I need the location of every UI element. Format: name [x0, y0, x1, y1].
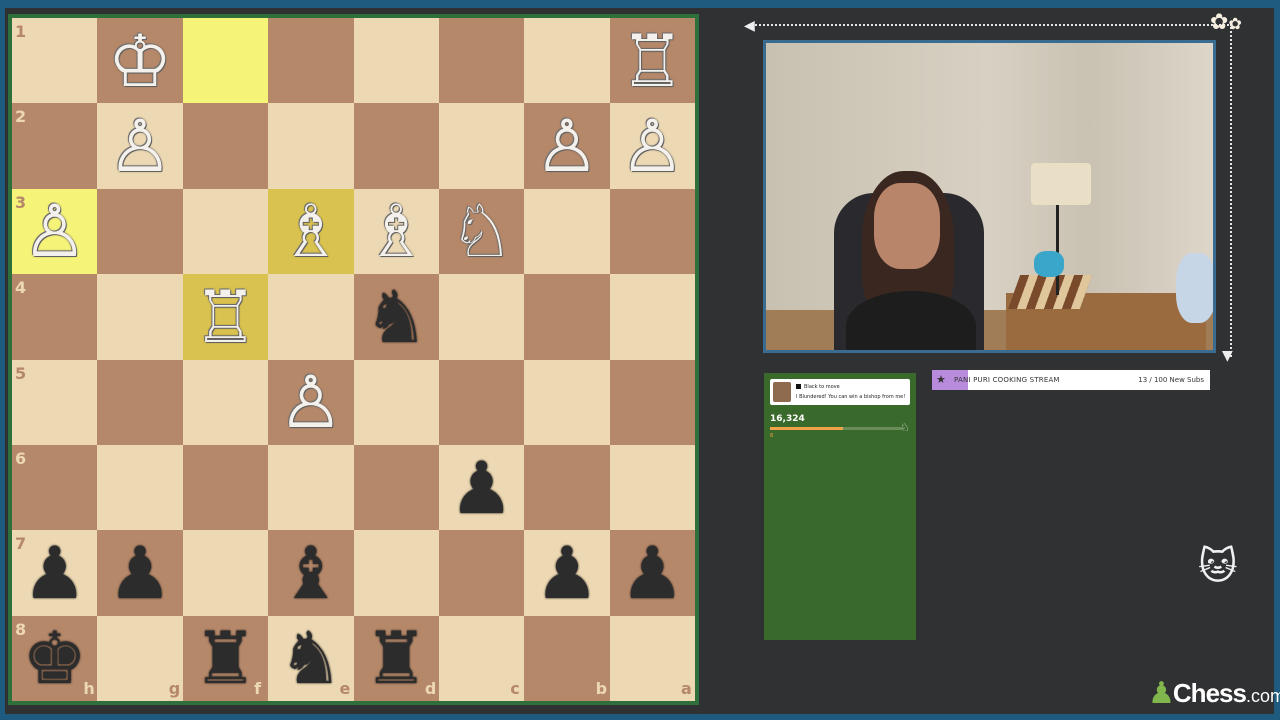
- black-king[interactable]: ♚: [15, 618, 95, 698]
- board-square[interactable]: [182, 359, 269, 445]
- chess-board-frame: 1 2 3 4 5 6 7 8 h g f e d c b a ♔ ♖ ♙ ♙ ♙ ♙ ♗ ♗ ♘ ♖ ♞ ♙ ♟ ♟ ♟ ♝ ♟ ♟ ♚ ♜ ♞ ♜: [8, 14, 699, 705]
- board-square[interactable]: [524, 359, 610, 445]
- board-square[interactable]: [524, 274, 610, 360]
- sub-goal-title: PANI PURI COOKING STREAM: [954, 376, 1060, 384]
- white-pawn[interactable]: ♙: [15, 191, 95, 271]
- board-square[interactable]: [97, 359, 183, 445]
- file-label: g: [168, 679, 181, 698]
- rank-label: 6: [15, 448, 27, 468]
- chess-com-logo: ♟ Chess .com: [1148, 675, 1280, 711]
- white-rook[interactable]: ♖: [612, 21, 692, 101]
- file-label: b: [595, 679, 608, 698]
- board-square[interactable]: [438, 359, 525, 445]
- board-square[interactable]: [353, 444, 439, 531]
- notification-title: Black to move: [804, 384, 840, 390]
- board-square[interactable]: [609, 444, 696, 531]
- cat-icon: 🐱: [1198, 544, 1238, 588]
- white-bishop[interactable]: ♗: [356, 191, 436, 271]
- board-square[interactable]: [97, 188, 183, 275]
- board-square[interactable]: [438, 274, 525, 360]
- board-square[interactable]: [97, 274, 183, 360]
- black-pawn[interactable]: ♟: [15, 533, 95, 613]
- white-king[interactable]: ♔: [100, 21, 180, 101]
- frame-bottom: [0, 714, 1280, 720]
- rank-label: 1: [15, 22, 27, 41]
- board-square[interactable]: [182, 188, 269, 275]
- white-bishop[interactable]: ♗: [271, 191, 351, 271]
- board-square[interactable]: [182, 444, 269, 531]
- black-pawn[interactable]: ♟: [612, 533, 692, 613]
- star-icon: ★: [936, 373, 946, 386]
- board-square[interactable]: [353, 359, 439, 445]
- board-square[interactable]: [268, 444, 354, 531]
- board-square[interactable]: [268, 274, 354, 360]
- black-pawn[interactable]: ♟: [442, 448, 522, 528]
- board-square[interactable]: [353, 103, 439, 189]
- board-square[interactable]: [268, 18, 354, 104]
- rank-label: 4: [15, 278, 27, 298]
- white-pawn[interactable]: ♙: [100, 106, 180, 186]
- board-square[interactable]: [609, 274, 696, 360]
- black-pawn[interactable]: ♟: [100, 533, 180, 613]
- score-value: 16,324: [770, 414, 805, 424]
- rank-label: 2: [15, 107, 27, 127]
- white-pawn[interactable]: ♙: [271, 362, 351, 442]
- black-pawn[interactable]: ♟: [527, 533, 607, 613]
- board-square[interactable]: [524, 188, 610, 275]
- notification-message: I Blundered! You can win a bishop from m…: [796, 394, 906, 400]
- board-square[interactable]: [524, 18, 610, 104]
- white-rook[interactable]: ♖: [185, 277, 265, 357]
- arrow-down-icon: ▼: [1222, 348, 1233, 364]
- flower-icon: ✿✿: [1210, 10, 1242, 35]
- frame-left: [0, 0, 5, 720]
- board-square[interactable]: [524, 444, 610, 531]
- sub-goal-count: 13 / 100 New Subs: [1138, 376, 1204, 384]
- arrow-left-icon: ◀: [744, 18, 755, 34]
- board-square[interactable]: [353, 530, 439, 616]
- board-square[interactable]: [609, 359, 696, 445]
- board-square[interactable]: [182, 18, 269, 104]
- board-square[interactable]: [438, 18, 525, 104]
- board-square[interactable]: [609, 188, 696, 275]
- progress-bar: [770, 427, 902, 430]
- board-square[interactable]: [268, 103, 354, 189]
- pawn-icon: ♘: [900, 421, 910, 434]
- frame-right: [1274, 0, 1280, 720]
- board-square[interactable]: [97, 444, 183, 531]
- black-knight[interactable]: ♞: [271, 618, 351, 698]
- black-rook[interactable]: ♜: [185, 618, 265, 698]
- board-square[interactable]: [353, 18, 439, 104]
- chess-widget-panel: Black to move I Blundered! You can win a…: [764, 373, 916, 640]
- logo-text: Chess: [1172, 677, 1247, 708]
- progress-label: 8: [770, 433, 774, 439]
- white-pawn[interactable]: ♙: [612, 106, 692, 186]
- black-bishop[interactable]: ♝: [271, 533, 351, 613]
- logo-suffix: .com: [1245, 685, 1280, 706]
- progress-fill: [770, 427, 843, 430]
- black-rook[interactable]: ♜: [356, 618, 436, 698]
- board-square[interactable]: [438, 103, 525, 189]
- webcam-feed: [763, 40, 1216, 353]
- notification-card: Black to move I Blundered! You can win a…: [770, 379, 910, 405]
- file-label: c: [510, 679, 520, 698]
- avatar: [773, 382, 791, 402]
- board-square[interactable]: [182, 530, 269, 616]
- black-knight[interactable]: ♞: [356, 277, 436, 357]
- chess-board[interactable]: 1 2 3 4 5 6 7 8 h g f e d c b a ♔ ♖ ♙ ♙ ♙ ♙ ♗ ♗ ♘ ♖ ♞ ♙ ♟ ♟ ♟ ♝ ♟ ♟ ♚ ♜ ♞ ♜: [12, 18, 696, 702]
- black-square-icon: [796, 384, 801, 389]
- white-knight[interactable]: ♘: [442, 191, 522, 271]
- rank-label: 5: [15, 363, 27, 383]
- board-square[interactable]: [182, 103, 269, 189]
- frame-top: [0, 0, 1280, 8]
- pawn-icon: ♟: [1148, 675, 1175, 711]
- white-pawn[interactable]: ♙: [527, 106, 607, 186]
- board-square[interactable]: [438, 530, 525, 616]
- file-label: a: [681, 679, 692, 698]
- sub-goal-bar: ★ PANI PURI COOKING STREAM 13 / 100 New …: [932, 370, 1210, 390]
